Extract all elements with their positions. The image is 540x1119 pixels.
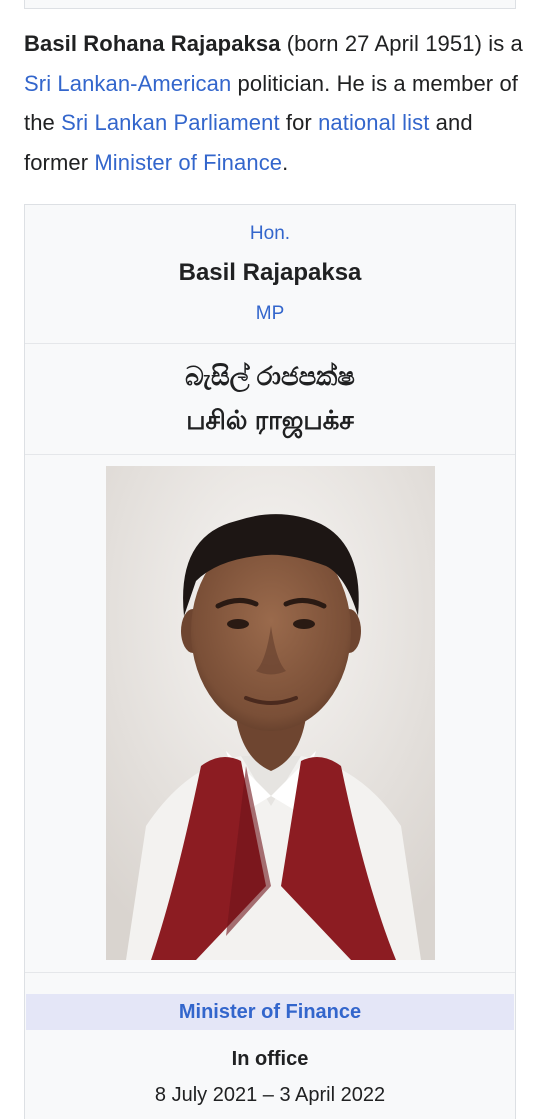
term-dates: 8 July 2021 – 3 April 2022 [154,1084,386,1106]
lead-text-born: (born 27 April 1951) is a [280,31,523,56]
subject-name: Basil Rohana Rajapaksa [24,31,281,56]
link-minister-of-finance[interactable]: Minister of Finance [94,150,282,175]
honorific-link[interactable]: Hon. [25,223,515,245]
lead-text-for: for [279,110,319,135]
portrait-illustration [106,466,435,960]
infobox-divider [25,343,515,344]
infobox-divider [25,454,515,455]
lead-text-end: . [282,149,289,175]
postnominal-link[interactable]: MP [25,303,515,325]
native-name-sinhala: බැසිල් රාජපක්ෂ [185,361,355,391]
previous-box-edge [24,0,516,9]
link-national-list[interactable]: national list [318,110,429,135]
lead-paragraph: Basil Rohana Rajapaksa (born 27 April 19… [24,24,524,182]
article-page: Basil Rohana Rajapaksa (born 27 April 19… [0,0,540,1119]
infobox-name: Basil Rajapaksa [178,259,362,286]
link-sri-lankan-parliament[interactable]: Sri Lankan Parliament [61,110,280,135]
infobox: Hon. Basil Rajapaksa MP බැසිල් රාජපක්ෂ ப… [24,204,516,1119]
portrait-image[interactable] [106,466,435,960]
office-title-link[interactable]: Minister of Finance [26,994,514,1030]
infobox-divider [25,972,515,973]
in-office-label: In office [231,1048,309,1070]
native-name-tamil: பசில் ராஜபக்ச [186,405,354,435]
link-sri-lankan-american[interactable]: Sri Lankan-American [24,71,231,96]
